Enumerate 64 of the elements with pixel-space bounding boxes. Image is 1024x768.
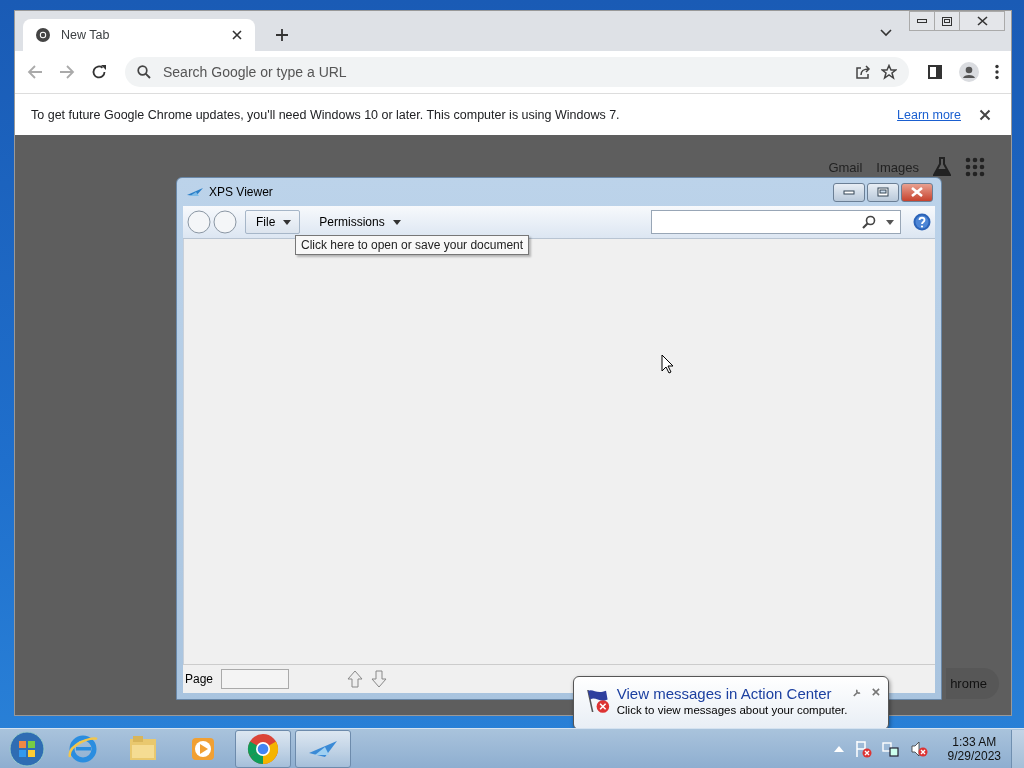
close-icon[interactable] <box>979 108 991 121</box>
chrome-logo-icon <box>247 732 279 765</box>
up-arrow-icon[interactable] <box>347 670 364 688</box>
taskbar-button[interactable] <box>295 729 351 768</box>
side-panel-icon[interactable] <box>927 64 943 80</box>
back-icon[interactable] <box>27 64 43 80</box>
close-icon[interactable] <box>231 29 243 41</box>
wrench-icon[interactable] <box>853 687 863 698</box>
browser-tab[interactable]: New Tab <box>23 19 255 51</box>
tooltip: Click here to open or save your document <box>295 235 530 255</box>
down-arrow-icon[interactable] <box>371 670 388 688</box>
page-number-field[interactable] <box>221 669 290 689</box>
window-title: XPS Viewer <box>209 185 273 199</box>
clock-time[interactable]: 1:33 AM <box>952 734 997 749</box>
page-label: Page <box>185 672 214 686</box>
close-icon <box>976 16 988 26</box>
action-center-flag-icon[interactable] <box>853 739 872 758</box>
search-icon <box>137 65 151 79</box>
new-tab-icon[interactable] <box>275 28 289 42</box>
address-input[interactable]: Search Google or type a URL <box>161 63 565 81</box>
search-icon <box>862 215 876 229</box>
start-orb-icon[interactable] <box>9 730 45 767</box>
clock-date[interactable]: 9/29/2023 <box>947 748 1001 763</box>
minimize-icon <box>917 19 927 23</box>
minimize-button[interactable] <box>909 11 935 31</box>
plane-icon <box>187 187 203 197</box>
speaker-muted-icon[interactable] <box>909 739 928 758</box>
balloon-text: Click to view messages about your computer. <box>616 704 848 716</box>
network-icon[interactable] <box>881 739 900 758</box>
help-icon[interactable] <box>913 213 931 231</box>
notification-balloon[interactable]: View messages in Action Center Click to view messages about your computer. <box>573 676 889 730</box>
taskbar-button[interactable] <box>235 729 291 768</box>
apps-grid-icon[interactable] <box>965 157 985 177</box>
menu-button[interactable]: File <box>245 210 301 234</box>
dropdown-arrow-icon <box>886 219 894 225</box>
back-button-icon[interactable] <box>187 210 211 234</box>
chrome-logo-icon <box>35 27 51 43</box>
close-button[interactable] <box>959 11 1005 31</box>
maximize-icon <box>942 16 952 26</box>
address-bar[interactable]: Search Google or type a URL <box>125 57 909 87</box>
more-menu-icon[interactable] <box>995 64 999 80</box>
close-button[interactable] <box>901 182 933 202</box>
show-desktop-button[interactable] <box>1011 729 1024 768</box>
search-field[interactable] <box>651 210 901 234</box>
forward-icon[interactable] <box>59 64 75 80</box>
close-icon <box>910 187 924 197</box>
dropdown-arrow-icon <box>392 219 401 225</box>
flask-icon[interactable] <box>933 157 951 177</box>
cursor-icon <box>661 354 674 374</box>
star-icon[interactable] <box>881 64 897 80</box>
profile-icon[interactable] <box>959 62 979 82</box>
reload-icon[interactable] <box>91 64 107 80</box>
maximize-icon <box>877 187 889 197</box>
learn-more-link[interactable]: Learn more <box>897 107 961 122</box>
menu-button[interactable]: Permissions <box>308 210 410 234</box>
balloon-title: View messages in Action Center <box>616 685 833 702</box>
forward-button-icon[interactable] <box>213 210 237 234</box>
share-icon[interactable] <box>855 64 871 80</box>
tab-title: New Tab <box>61 28 111 42</box>
minimize-icon <box>843 189 855 195</box>
infobar-message: To get future Google Chrome updates, you'll need Windows 10 or later. This computer is using Windows 7. <box>31 107 620 122</box>
chevron-down-icon[interactable] <box>880 29 892 37</box>
maximize-button[interactable] <box>934 11 960 31</box>
dropdown-arrow-icon <box>283 219 292 225</box>
